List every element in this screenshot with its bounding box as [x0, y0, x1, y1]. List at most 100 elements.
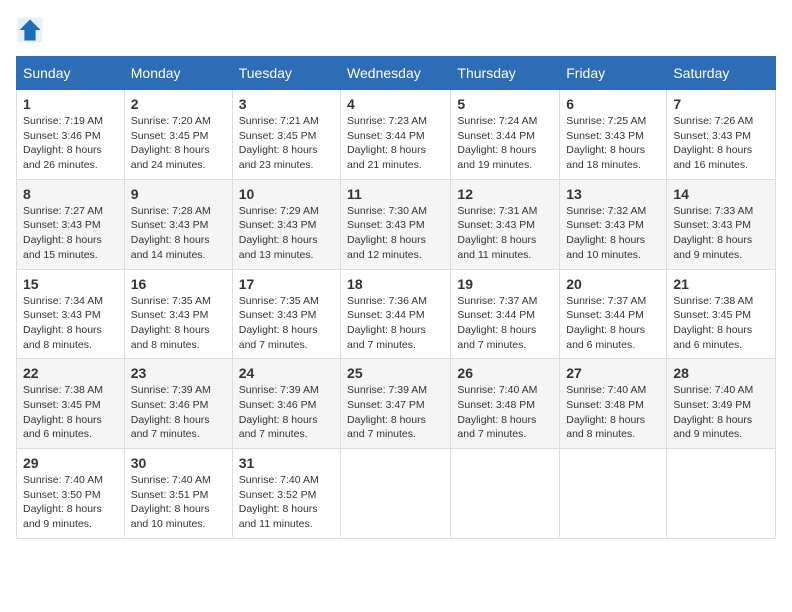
- day-number: 2: [131, 96, 226, 112]
- cell-content: Sunrise: 7:40 AMSunset: 3:51 PMDaylight:…: [131, 473, 226, 532]
- calendar-week-1: 1 Sunrise: 7:19 AMSunset: 3:46 PMDaylight…: [17, 90, 776, 180]
- cell-content: Sunrise: 7:40 AMSunset: 3:48 PMDaylight:…: [566, 383, 660, 442]
- cell-content: Sunrise: 7:37 AMSunset: 3:44 PMDaylight:…: [566, 294, 660, 353]
- logo: [16, 16, 48, 44]
- calendar-cell: 31 Sunrise: 7:40 AMSunset: 3:52 PMDayligh…: [232, 449, 340, 539]
- header-saturday: Saturday: [667, 57, 776, 90]
- day-number: 21: [673, 276, 769, 292]
- calendar-cell: [451, 449, 560, 539]
- cell-content: Sunrise: 7:21 AMSunset: 3:45 PMDaylight:…: [239, 114, 334, 173]
- cell-content: Sunrise: 7:23 AMSunset: 3:44 PMDaylight:…: [347, 114, 444, 173]
- cell-content: Sunrise: 7:40 AMSunset: 3:50 PMDaylight:…: [23, 473, 118, 532]
- day-number: 13: [566, 186, 660, 202]
- day-number: 11: [347, 186, 444, 202]
- cell-content: Sunrise: 7:40 AMSunset: 3:52 PMDaylight:…: [239, 473, 334, 532]
- day-number: 22: [23, 365, 118, 381]
- day-number: 3: [239, 96, 334, 112]
- header-thursday: Thursday: [451, 57, 560, 90]
- cell-content: Sunrise: 7:30 AMSunset: 3:43 PMDaylight:…: [347, 204, 444, 263]
- calendar-cell: 30 Sunrise: 7:40 AMSunset: 3:51 PMDayligh…: [124, 449, 232, 539]
- cell-content: Sunrise: 7:20 AMSunset: 3:45 PMDaylight:…: [131, 114, 226, 173]
- day-number: 12: [457, 186, 553, 202]
- calendar-cell: 21 Sunrise: 7:38 AMSunset: 3:45 PMDayligh…: [667, 269, 776, 359]
- cell-content: Sunrise: 7:34 AMSunset: 3:43 PMDaylight:…: [23, 294, 118, 353]
- header-friday: Friday: [560, 57, 667, 90]
- cell-content: Sunrise: 7:31 AMSunset: 3:43 PMDaylight:…: [457, 204, 553, 263]
- cell-content: Sunrise: 7:27 AMSunset: 3:43 PMDaylight:…: [23, 204, 118, 263]
- cell-content: Sunrise: 7:25 AMSunset: 3:43 PMDaylight:…: [566, 114, 660, 173]
- calendar-header-row: Sunday Monday Tuesday Wednesday Thursday…: [17, 57, 776, 90]
- day-number: 7: [673, 96, 769, 112]
- calendar-cell: 27Sunrise: 7:40 AMSunset: 3:48 PMDayligh…: [560, 359, 667, 449]
- calendar-cell: 17 Sunrise: 7:35 AMSunset: 3:43 PMDayligh…: [232, 269, 340, 359]
- header-wednesday: Wednesday: [341, 57, 451, 90]
- calendar-cell: [667, 449, 776, 539]
- calendar-cell: 12 Sunrise: 7:31 AMSunset: 3:43 PMDayligh…: [451, 179, 560, 269]
- page-header: [16, 16, 776, 44]
- day-number: 14: [673, 186, 769, 202]
- calendar-cell: 7 Sunrise: 7:26 AMSunset: 3:43 PMDaylight…: [667, 90, 776, 180]
- day-number: 16: [131, 276, 226, 292]
- cell-content: Sunrise: 7:38 AMSunset: 3:45 PMDaylight:…: [23, 383, 118, 442]
- calendar-cell: 9 Sunrise: 7:28 AMSunset: 3:43 PMDaylight…: [124, 179, 232, 269]
- calendar-cell: 25 Sunrise: 7:39 AMSunset: 3:47 PMDayligh…: [341, 359, 451, 449]
- logo-icon: [16, 16, 44, 44]
- calendar-cell: 29 Sunrise: 7:40 AMSunset: 3:50 PMDayligh…: [17, 449, 125, 539]
- cell-content: Sunrise: 7:39 AMSunset: 3:46 PMDaylight:…: [239, 383, 334, 442]
- cell-content: Sunrise: 7:28 AMSunset: 3:43 PMDaylight:…: [131, 204, 226, 263]
- header-monday: Monday: [124, 57, 232, 90]
- day-number: 1: [23, 96, 118, 112]
- calendar-week-4: 22 Sunrise: 7:38 AMSunset: 3:45 PMDayligh…: [17, 359, 776, 449]
- calendar-cell: 10Sunrise: 7:29 AMSunset: 3:43 PMDayligh…: [232, 179, 340, 269]
- cell-content: Sunrise: 7:40 AMSunset: 3:49 PMDaylight:…: [673, 383, 769, 442]
- cell-content: Sunrise: 7:33 AMSunset: 3:43 PMDaylight:…: [673, 204, 769, 263]
- day-number: 24: [239, 365, 334, 381]
- calendar-cell: 13 Sunrise: 7:32 AMSunset: 3:43 PMDayligh…: [560, 179, 667, 269]
- calendar-cell: 16 Sunrise: 7:35 AMSunset: 3:43 PMDayligh…: [124, 269, 232, 359]
- day-number: 28: [673, 365, 769, 381]
- calendar-cell: 20Sunrise: 7:37 AMSunset: 3:44 PMDayligh…: [560, 269, 667, 359]
- cell-content: Sunrise: 7:39 AMSunset: 3:47 PMDaylight:…: [347, 383, 444, 442]
- calendar-cell: 24 Sunrise: 7:39 AMSunset: 3:46 PMDayligh…: [232, 359, 340, 449]
- day-number: 17: [239, 276, 334, 292]
- calendar-cell: 19Sunrise: 7:37 AMSunset: 3:44 PMDayligh…: [451, 269, 560, 359]
- calendar-cell: 23 Sunrise: 7:39 AMSunset: 3:46 PMDayligh…: [124, 359, 232, 449]
- calendar-cell: 4 Sunrise: 7:23 AMSunset: 3:44 PMDaylight…: [341, 90, 451, 180]
- day-number: 30: [131, 455, 226, 471]
- cell-content: Sunrise: 7:40 AMSunset: 3:48 PMDaylight:…: [457, 383, 553, 442]
- cell-content: Sunrise: 7:37 AMSunset: 3:44 PMDaylight:…: [457, 294, 553, 353]
- day-number: 29: [23, 455, 118, 471]
- day-number: 9: [131, 186, 226, 202]
- header-tuesday: Tuesday: [232, 57, 340, 90]
- cell-content: Sunrise: 7:36 AMSunset: 3:44 PMDaylight:…: [347, 294, 444, 353]
- calendar-cell: 5 Sunrise: 7:24 AMSunset: 3:44 PMDaylight…: [451, 90, 560, 180]
- day-number: 8: [23, 186, 118, 202]
- day-number: 25: [347, 365, 444, 381]
- day-number: 6: [566, 96, 660, 112]
- cell-content: Sunrise: 7:24 AMSunset: 3:44 PMDaylight:…: [457, 114, 553, 173]
- day-number: 23: [131, 365, 226, 381]
- cell-content: Sunrise: 7:35 AMSunset: 3:43 PMDaylight:…: [131, 294, 226, 353]
- header-sunday: Sunday: [17, 57, 125, 90]
- calendar-cell: 14 Sunrise: 7:33 AMSunset: 3:43 PMDayligh…: [667, 179, 776, 269]
- calendar-cell: 18Sunrise: 7:36 AMSunset: 3:44 PMDayligh…: [341, 269, 451, 359]
- day-number: 15: [23, 276, 118, 292]
- calendar-cell: [560, 449, 667, 539]
- calendar-week-5: 29 Sunrise: 7:40 AMSunset: 3:50 PMDayligh…: [17, 449, 776, 539]
- calendar-cell: 8 Sunrise: 7:27 AMSunset: 3:43 PMDaylight…: [17, 179, 125, 269]
- day-number: 5: [457, 96, 553, 112]
- calendar-cell: 26Sunrise: 7:40 AMSunset: 3:48 PMDayligh…: [451, 359, 560, 449]
- calendar-cell: 3 Sunrise: 7:21 AMSunset: 3:45 PMDaylight…: [232, 90, 340, 180]
- cell-content: Sunrise: 7:32 AMSunset: 3:43 PMDaylight:…: [566, 204, 660, 263]
- cell-content: Sunrise: 7:39 AMSunset: 3:46 PMDaylight:…: [131, 383, 226, 442]
- calendar-week-3: 15 Sunrise: 7:34 AMSunset: 3:43 PMDayligh…: [17, 269, 776, 359]
- cell-content: Sunrise: 7:35 AMSunset: 3:43 PMDaylight:…: [239, 294, 334, 353]
- calendar-week-2: 8 Sunrise: 7:27 AMSunset: 3:43 PMDaylight…: [17, 179, 776, 269]
- calendar-cell: [341, 449, 451, 539]
- cell-content: Sunrise: 7:26 AMSunset: 3:43 PMDaylight:…: [673, 114, 769, 173]
- day-number: 31: [239, 455, 334, 471]
- day-number: 4: [347, 96, 444, 112]
- cell-content: Sunrise: 7:38 AMSunset: 3:45 PMDaylight:…: [673, 294, 769, 353]
- cell-content: Sunrise: 7:19 AMSunset: 3:46 PMDaylight:…: [23, 114, 118, 173]
- calendar-cell: 28 Sunrise: 7:40 AMSunset: 3:49 PMDayligh…: [667, 359, 776, 449]
